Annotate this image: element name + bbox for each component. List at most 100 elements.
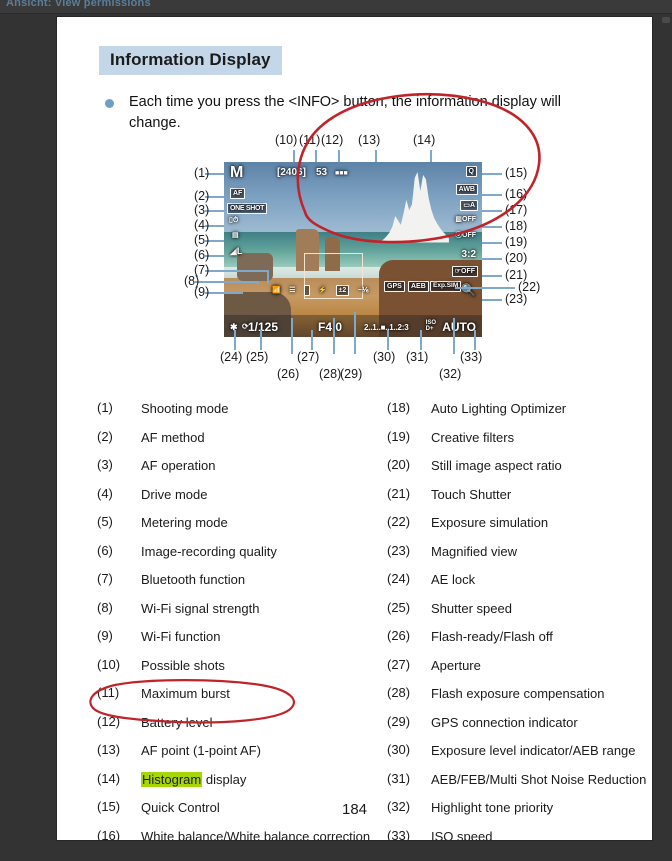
list-item-label: Flash-ready/Flash off [431,629,553,644]
flash-ready-icon: ⚡ [318,287,327,294]
aspect-ratio-indicator[interactable]: 3:2 [462,250,476,260]
leader-8 [195,281,257,283]
touch-shutter-state: OFF [461,268,475,275]
callout-31: (31) [406,350,428,364]
callout-17: (17) [505,203,527,217]
bullet-dot-icon [105,99,114,108]
callout-11: (11) [299,133,320,147]
list-item-number: (7) [97,571,131,586]
list-item-number: (25) [387,600,421,615]
list-item: (33) ISO speed [387,828,652,841]
callout-19: (19) [505,235,527,249]
list-item-number: (20) [387,457,421,472]
list-item: (28) Flash exposure compensation [387,685,652,703]
list-item-number: (27) [387,657,421,672]
white-balance-icon[interactable]: AWB [456,184,478,195]
leader-17 [482,210,502,212]
gps-indicator: GPS [384,281,405,292]
list-item-number: (5) [97,514,131,529]
list-item-number: (13) [97,742,131,757]
camera-lcd-screen: M AF ONE SHOT ▯⏱ ▤ ◢L [2406] 53 ■■■ Q AW… [224,162,482,337]
auto-lighting-optimizer-icon[interactable]: ▧OFF [455,216,476,223]
callout-25: (25) [246,350,268,364]
scrollbar-thumb[interactable] [662,17,670,23]
list-item-number: (8) [97,600,131,615]
viewer-toolbar[interactable]: Ansicht: View permissions [0,0,672,14]
drive-mode-icon: ▯⏱ [229,217,238,224]
leader-13-v [375,150,377,162]
list-item-label: Shooting mode [141,401,228,416]
list-item-label: Image-recording quality [141,544,277,559]
list-item-label: Metering mode [141,515,228,530]
list-item-histogram: (14) Histogram display [97,771,387,789]
callout-13: (13) [358,133,380,147]
leader-7-v [267,270,269,284]
callout-33: (33) [460,350,482,364]
callout-24: (24) [220,350,242,364]
callout-2: (2) [194,189,209,203]
screenshot-root: Ansicht: View permissions Information Di… [0,0,672,861]
creative-filters-icon[interactable]: ⦿OFF [455,232,476,239]
list-item-label: Bluetooth function [141,572,245,587]
leader-22 [455,287,515,289]
quick-control-icon[interactable]: Q [466,166,477,177]
leader-14-v [430,150,432,162]
list-item-label: AF operation [141,458,215,473]
touch-shutter-icon[interactable]: ☞OFF [452,266,478,277]
max-burst-indicator: 53 [316,168,327,178]
magnified-view-icon[interactable]: 🔍 [461,284,476,296]
list-item-number: (33) [387,828,421,841]
callout-18: (18) [505,219,527,233]
leader-23 [482,299,502,301]
info-button-label: INFO [297,94,331,110]
list-item-label: Possible shots [141,658,225,673]
callout-1: (1) [194,166,209,180]
list-item: (16) White balance/White balance correcti… [97,828,387,841]
callout-6: (6) [194,248,209,262]
list-item: (25) Shutter speed [387,600,652,618]
list-item-number: (22) [387,514,421,529]
list-item-label: Aperture [431,658,481,673]
leader-10-v [293,150,295,162]
callout-27: (27) [297,350,319,364]
list-item-label: Still image aspect ratio [431,458,562,473]
leader-28-v [333,318,335,354]
list-item-number: (23) [387,543,421,558]
callout-9: (9) [194,285,209,299]
leader-18 [482,226,502,228]
list-item-number: (29) [387,714,421,729]
list-item-label: ISO speed [431,829,492,841]
callout-32: (32) [439,367,461,381]
leader-32-v [453,318,455,354]
af-method-icon: AF [230,188,245,199]
list-item-label: Flash exposure compensation [431,686,604,701]
iso-speed-value: AUTO [442,321,476,333]
af-operation-icon: ONE SHOT [227,203,267,214]
list-item-label: Creative filters [431,430,514,445]
list-item: (9) Wi-Fi function [97,628,387,646]
list-item-number: (18) [387,400,421,415]
list-item-number: (1) [97,400,131,415]
index-column-right: (18) Auto Lighting Optimizer (19) Creative… [387,400,652,840]
callout-26: (26) [277,367,299,381]
callout-30: (30) [373,350,395,364]
possible-shots-indicator: [2406] [277,168,306,178]
list-item-label: Wi-Fi signal strength [141,601,259,616]
picture-style-icon[interactable]: ▭A [460,200,478,211]
highlighted-term: Histogram [141,772,202,787]
list-item: (30) Exposure level indicator/AEB range [387,742,652,760]
list-item-number: (19) [387,429,421,444]
list-item: (7) Bluetooth function [97,571,387,589]
list-item-number: (14) [97,771,131,786]
image-quality-icon: ◢L [230,247,242,256]
list-item-number: (16) [97,828,131,841]
list-item: (2) AF method [97,429,387,447]
highlight-tone-priority-icon: ISO D+ [426,320,436,332]
list-item-number: (6) [97,543,131,558]
list-item-label: Magnified view [431,544,517,559]
list-item-label: Exposure simulation [431,515,548,530]
list-item-label: GPS connection indicator [431,715,578,730]
leader-16 [482,194,502,196]
callout-4: (4) [194,218,209,232]
callout-15: (15) [505,166,527,180]
